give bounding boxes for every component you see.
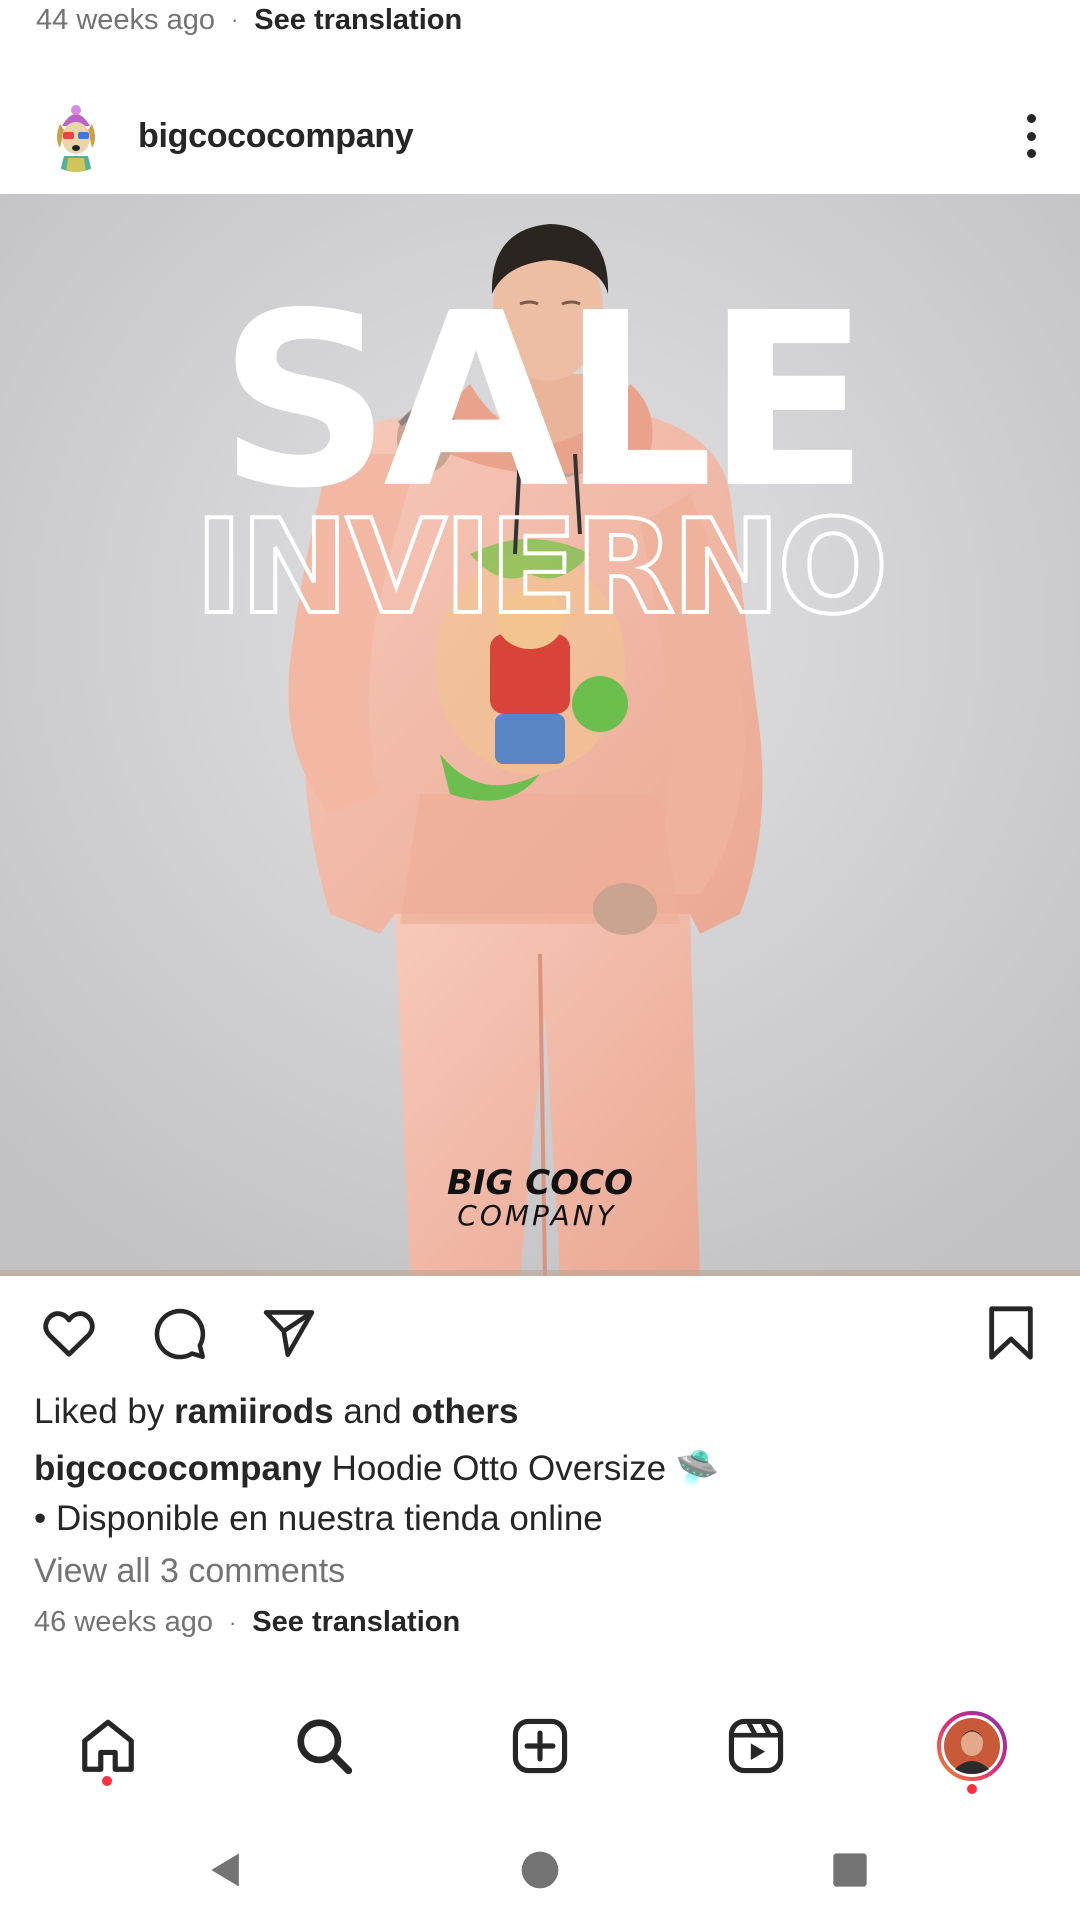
previous-post-meta: 44 weeks ago · See translation: [36, 0, 462, 40]
home-circle-icon[interactable]: [512, 1842, 568, 1898]
invierno-headline: INVIERNO: [195, 491, 885, 643]
system-nav-bar: [0, 1820, 1080, 1920]
search-icon[interactable]: [286, 1708, 362, 1784]
more-vertical-icon[interactable]: [1018, 108, 1044, 164]
likes-summary[interactable]: Liked by ramiirods and others: [34, 1392, 518, 1432]
dog-mascot-icon: [40, 100, 112, 172]
likes-prefix: Liked by: [34, 1392, 165, 1431]
post-author-username[interactable]: bigcococompany: [138, 117, 414, 156]
meta-separator: ·: [228, 1609, 237, 1635]
post-meta: 46 weeks ago · See translation: [34, 1606, 460, 1639]
post-timestamp: 46 weeks ago: [34, 1606, 213, 1638]
brand-logo-bottom: COMPANY: [457, 1199, 616, 1232]
caption-text: Hoodie Otto Oversize: [331, 1449, 667, 1488]
bottom-nav: [0, 1700, 1080, 1810]
comment-icon[interactable]: [148, 1302, 210, 1364]
paper-plane-icon[interactable]: [258, 1302, 320, 1364]
profile-avatar[interactable]: [934, 1708, 1010, 1784]
liked-by-user[interactable]: ramiirods: [174, 1392, 334, 1431]
home-icon[interactable]: [70, 1708, 146, 1784]
brand-logo-top: BIG COCO: [447, 1163, 633, 1203]
profile-notification-dot: [967, 1784, 977, 1794]
reels-icon[interactable]: [718, 1708, 794, 1784]
post-header: bigcococompany: [0, 88, 1080, 184]
caption-username[interactable]: bigcococompany: [34, 1449, 322, 1488]
view-comments-link[interactable]: View all 3 comments: [34, 1552, 345, 1591]
create-post-icon[interactable]: [502, 1708, 578, 1784]
meta-separator: ·: [230, 7, 239, 32]
recents-icon[interactable]: [822, 1842, 878, 1898]
post-actions: [0, 1300, 1080, 1370]
bookmark-icon[interactable]: [980, 1302, 1042, 1364]
see-translation-link[interactable]: See translation: [252, 1606, 460, 1639]
post-caption: bigcococompany Hoodie Otto Oversize 🛸 • …: [34, 1444, 1034, 1544]
post-author-avatar[interactable]: [40, 100, 112, 172]
previous-post-timestamp: 44 weeks ago: [36, 3, 215, 36]
ufo-emoji: 🛸: [675, 1449, 720, 1488]
likes-conj: and: [343, 1392, 402, 1431]
home-notification-dot: [102, 1776, 112, 1786]
post-image[interactable]: SALE INVIERNO BIG COCO COMPANY: [0, 194, 1080, 1276]
back-icon[interactable]: [198, 1842, 254, 1898]
heart-icon[interactable]: [38, 1302, 100, 1364]
liked-by-others[interactable]: others: [411, 1392, 518, 1431]
caption-line-2: • Disponible en nuestra tienda online: [34, 1499, 603, 1538]
see-translation-link[interactable]: See translation: [254, 4, 462, 37]
